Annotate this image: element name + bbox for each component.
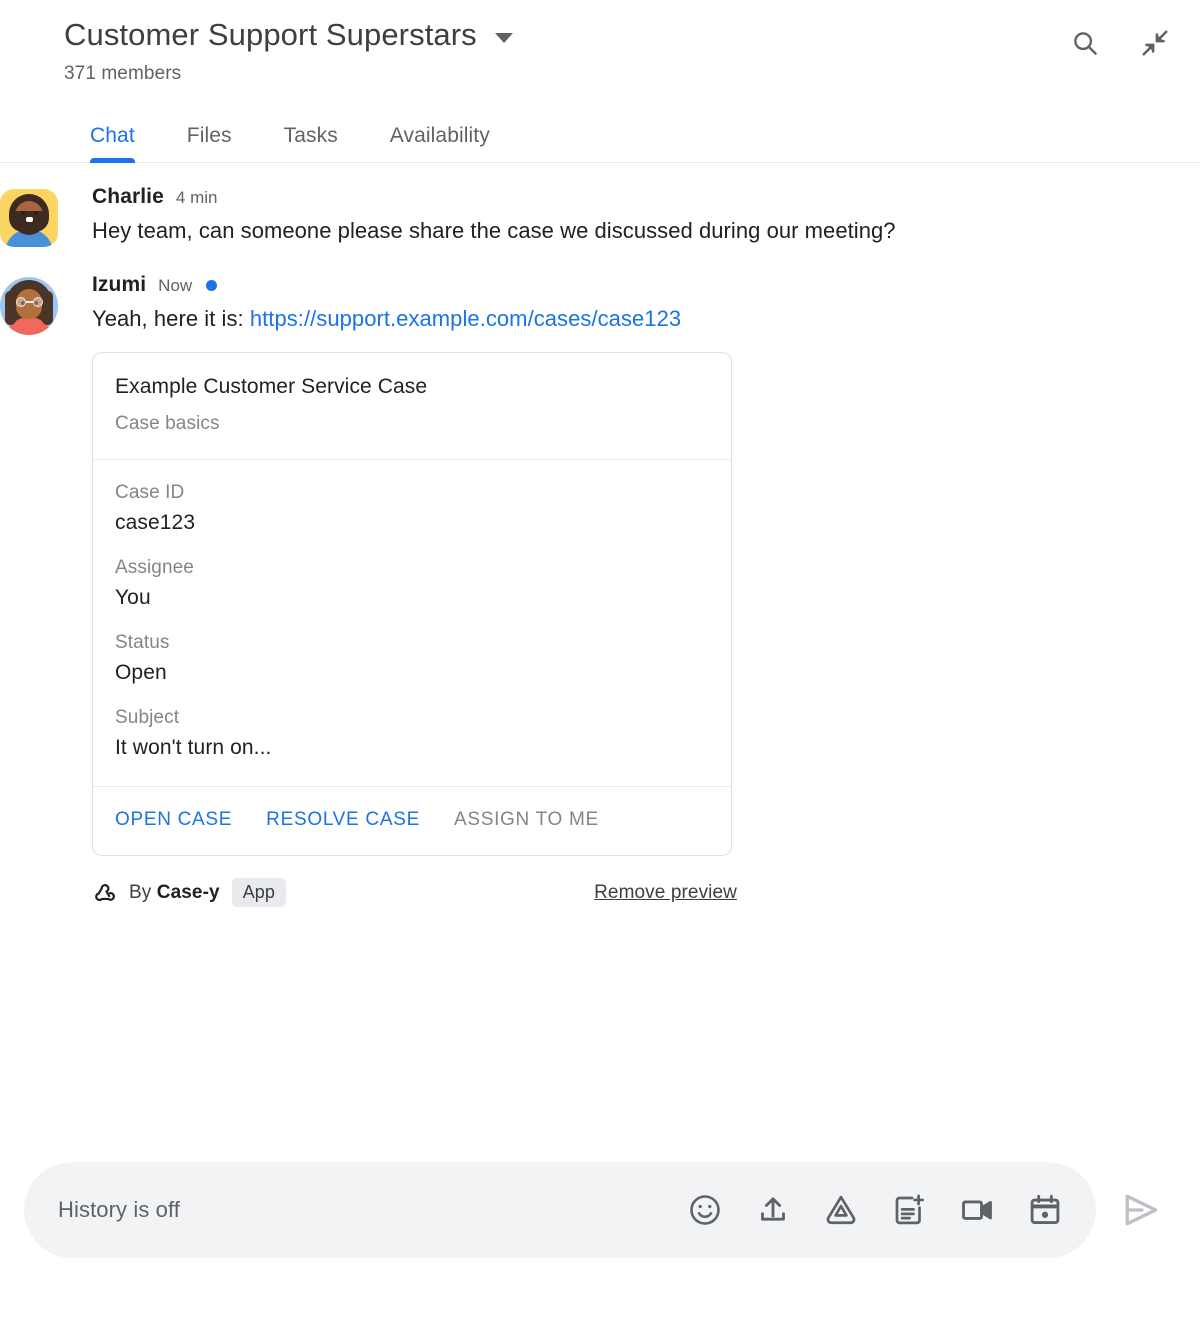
card-actions: OPEN CASE RESOLVE CASE ASSIGN TO ME (93, 787, 731, 855)
field-value: It won't turn on... (115, 736, 272, 760)
field-case-id: Case ID case123 (115, 482, 709, 535)
app-chip: App (231, 878, 287, 908)
emoji-icon[interactable] (682, 1187, 728, 1233)
case-link[interactable]: https://support.example.com/cases/case12… (250, 306, 681, 331)
chat-header: Customer Support Superstars 371 members (0, 0, 1200, 85)
message-author: Izumi (92, 273, 147, 297)
message-item: Charlie 4 min Hey team, can someone plea… (0, 185, 1172, 248)
card-subtitle: Case basics (115, 413, 220, 435)
message-text: Hey team, can someone please share the c… (92, 218, 896, 244)
composer-bar: History is off (0, 1162, 1200, 1258)
attribution-text: By Case-y (129, 882, 220, 904)
tab-bar: Chat Files Tasks Availability (0, 109, 1200, 164)
field-value: Open (115, 661, 167, 685)
field-label: Case ID (115, 482, 185, 504)
message-input[interactable]: History is off (58, 1197, 682, 1223)
unread-dot-icon (206, 279, 218, 291)
member-count: 371 members (64, 63, 182, 85)
video-meeting-icon[interactable] (954, 1187, 1000, 1233)
page-title: Customer Support Superstars (64, 17, 477, 52)
message-timestamp: 4 min (175, 188, 218, 208)
upload-icon[interactable] (750, 1187, 796, 1233)
tab-tasks[interactable]: Tasks (258, 124, 364, 162)
message-item: Izumi Now Yeah, here it is: https://supp… (0, 273, 1172, 908)
composer-icons (682, 1187, 1068, 1233)
message-timestamp: Now (158, 276, 193, 296)
attribution-prefix: By (129, 881, 157, 903)
case-preview-card: Example Customer Service Case Case basic… (92, 352, 732, 857)
message-meta: Izumi Now (92, 273, 1172, 297)
collapse-icon[interactable] (1138, 26, 1172, 60)
tab-availability[interactable]: Availability (364, 124, 516, 162)
card-attribution: By Case-y App Remove preview (92, 878, 737, 908)
field-subject: Subject It won't turn on... (115, 707, 709, 760)
field-label: Status (115, 632, 170, 654)
attribution-left: By Case-y App (92, 878, 287, 908)
message-input-container[interactable]: History is off (24, 1162, 1096, 1258)
chevron-down-icon[interactable] (494, 33, 513, 44)
card-fields: Case ID case123 Assignee You Status Open… (93, 460, 731, 788)
message-author: Charlie (92, 185, 164, 209)
search-icon[interactable] (1068, 26, 1102, 60)
field-value: case123 (115, 511, 196, 535)
message-body: Charlie 4 min Hey team, can someone plea… (92, 185, 1172, 246)
avatar (0, 277, 58, 336)
card-title: Example Customer Service Case (115, 375, 428, 399)
remove-preview-link[interactable]: Remove preview (594, 882, 737, 904)
send-icon[interactable] (1106, 1175, 1176, 1245)
field-assignee: Assignee You (115, 557, 709, 610)
google-drive-icon[interactable] (818, 1187, 864, 1233)
message-list: Charlie 4 min Hey team, can someone plea… (0, 163, 1200, 908)
calendar-icon[interactable] (1022, 1187, 1068, 1233)
card-header: Example Customer Service Case Case basic… (93, 353, 731, 461)
message-text: Yeah, here it is: https://support.exampl… (92, 303, 992, 334)
field-value: You (115, 586, 151, 610)
message-body: Izumi Now Yeah, here it is: https://supp… (92, 273, 1172, 908)
avatar (0, 189, 58, 248)
assign-to-me-button[interactable]: ASSIGN TO ME (454, 809, 599, 831)
room-title-row: Customer Support Superstars (64, 17, 1172, 52)
header-actions (1068, 26, 1172, 60)
tab-chat[interactable]: Chat (64, 124, 161, 164)
field-status: Status Open (115, 632, 709, 685)
webhook-icon (92, 880, 117, 905)
field-label: Subject (115, 707, 180, 729)
app-name: Case-y (156, 881, 220, 903)
field-label: Assignee (115, 557, 194, 579)
tab-files[interactable]: Files (161, 124, 258, 162)
open-case-button[interactable]: OPEN CASE (115, 809, 232, 831)
message-text-prefix: Yeah, here it is: (92, 306, 250, 332)
message-meta: Charlie 4 min (92, 185, 1172, 209)
add-document-icon[interactable] (886, 1187, 932, 1233)
resolve-case-button[interactable]: RESOLVE CASE (266, 809, 420, 831)
